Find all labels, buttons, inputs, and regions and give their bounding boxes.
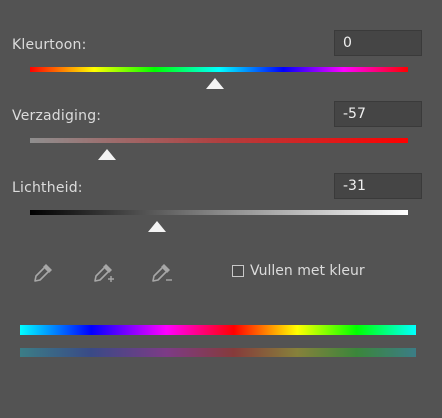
lightness-label: Lichtheid: bbox=[12, 180, 83, 196]
saturation-slider-track[interactable] bbox=[30, 138, 408, 143]
colorize-checkbox[interactable] bbox=[232, 265, 244, 277]
saturation-label: Verzadiging: bbox=[12, 108, 102, 124]
output-color-bar bbox=[20, 348, 416, 357]
hue-slider-thumb[interactable] bbox=[206, 78, 224, 89]
hue-slider-track[interactable] bbox=[30, 67, 408, 72]
colorize-option[interactable]: Vullen met kleur bbox=[232, 263, 365, 279]
colorize-label: Vullen met kleur bbox=[250, 263, 365, 279]
saturation-slider-thumb[interactable] bbox=[98, 149, 116, 160]
eyedropper-icon[interactable] bbox=[30, 260, 56, 286]
eyedropper-minus-icon[interactable] bbox=[148, 260, 174, 286]
eyedropper-plus-icon[interactable] bbox=[90, 260, 116, 286]
lightness-slider-track[interactable] bbox=[30, 210, 408, 215]
lightness-slider-thumb[interactable] bbox=[148, 221, 166, 232]
hue-saturation-panel: Kleurtoon: 0 Verzadiging: -57 Lichtheid:… bbox=[0, 0, 442, 418]
lightness-value-field[interactable]: -31 bbox=[334, 173, 422, 199]
hue-label: Kleurtoon: bbox=[12, 37, 87, 53]
input-color-bar bbox=[20, 325, 416, 335]
hue-value-field[interactable]: 0 bbox=[334, 30, 422, 56]
saturation-value-field[interactable]: -57 bbox=[334, 101, 422, 127]
